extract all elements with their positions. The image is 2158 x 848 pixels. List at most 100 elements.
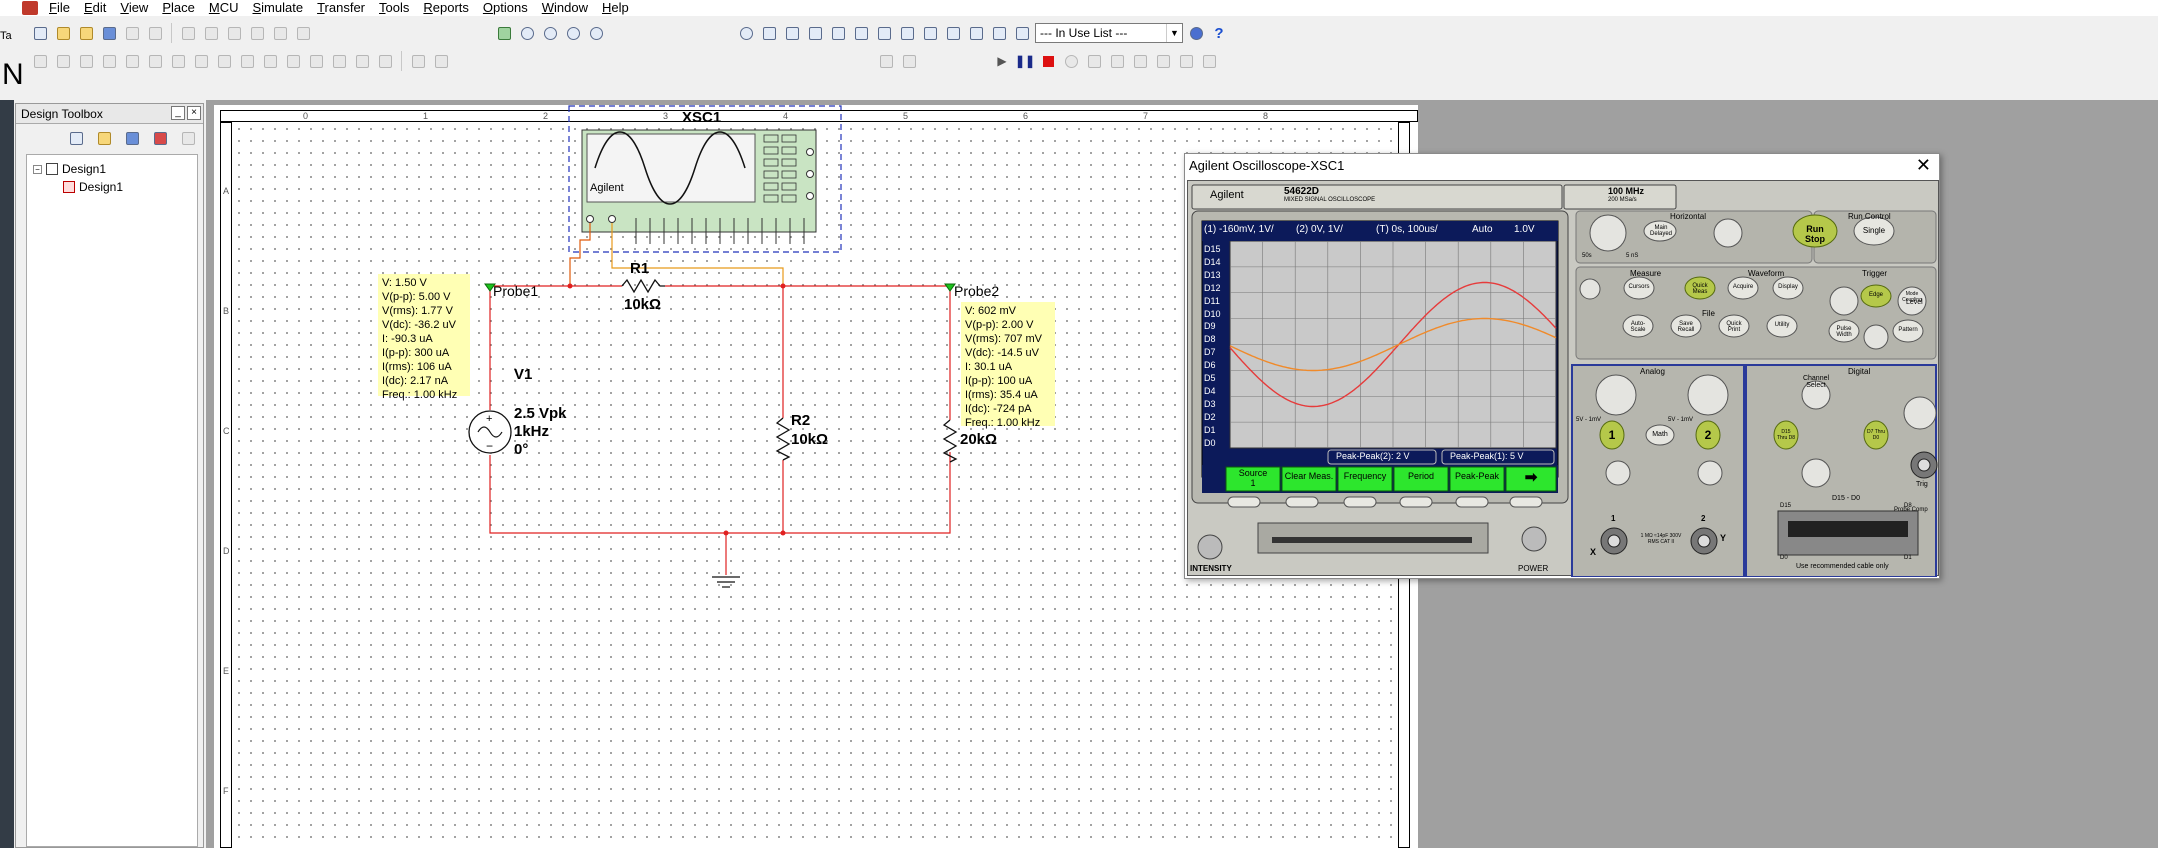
junction-dots [567, 283, 786, 536]
connector-d8-label: D8 [1904, 503, 1912, 509]
probe1-vpp: V(p-p): 5.00 V [382, 291, 451, 303]
auto-scale-button[interactable]: Auto-Scale [1624, 321, 1652, 333]
digital-channel-labels: D15 D14 D13 D12 D11 D10 D9 D8 D7 D6 D5 D… [1204, 243, 1228, 450]
digital-label: D9 [1204, 321, 1216, 332]
status-ch2: (2) 0V, 1V/ [1296, 224, 1343, 235]
status-time: (T) 0s, 100us/ [1376, 224, 1438, 235]
v1-phase: 0° [514, 441, 529, 458]
softkey-period[interactable]: Period [1396, 471, 1446, 481]
input-2-label: 2 [1701, 514, 1706, 523]
oscilloscope-window[interactable]: Agilent Oscilloscope-XSC1 ✕ Agilent 5462… [1184, 153, 1940, 579]
softkey-clear-meas[interactable]: Clear Meas. [1284, 471, 1334, 481]
r3-symbol [942, 419, 958, 463]
connector-d0-label: D0 [1780, 555, 1788, 561]
d7-d0-button[interactable]: D7 Thru D0 [1866, 429, 1886, 441]
xsc1-label: XSC1 [682, 109, 722, 126]
probe2-vrms: V(rms): 707 mV [965, 333, 1043, 345]
digital-label: D6 [1204, 360, 1216, 371]
r1-ref: R1 [630, 260, 650, 277]
ch2-button[interactable]: 2 [1702, 428, 1714, 442]
pulse-width-button[interactable]: Pulse Width [1830, 326, 1858, 338]
oscilloscope-window-title: Agilent Oscilloscope-XSC1 [1189, 158, 1345, 173]
probe2-irms: I(rms): 35.4 uA [965, 389, 1038, 401]
pattern-button[interactable]: Pattern [1894, 327, 1922, 333]
probe2-idc: I(dc): -724 pA [965, 403, 1032, 415]
save-recall-button[interactable]: Save Recall [1672, 321, 1700, 333]
close-icon[interactable]: ✕ [1916, 155, 1931, 175]
ch1-volts-range-label: 5V - 1mV [1576, 417, 1602, 423]
d15-d0-label: D15 - D0 [1832, 495, 1861, 502]
single-button[interactable]: Single [1858, 226, 1890, 235]
probe1-label: Probe1 [493, 283, 539, 299]
digital-label: D2 [1204, 411, 1216, 422]
run-stop-button[interactable]: Run Stop [1798, 224, 1832, 244]
digital-label: D3 [1204, 398, 1216, 409]
status-trigger-level: 1.0V [1514, 224, 1535, 235]
edge-button[interactable]: Edge [1862, 292, 1890, 298]
horizontal-max-label: 5 nS [1626, 253, 1639, 259]
section-trigger: Trigger [1862, 269, 1888, 278]
softkey-source[interactable]: Source 1 [1228, 468, 1278, 488]
digital-label: D4 [1204, 385, 1216, 396]
ground-symbol [712, 576, 740, 588]
probe1-idc: I(dc): 2.17 nA [382, 375, 449, 387]
cursors-button[interactable]: Cursors [1625, 284, 1653, 290]
digital-label: D8 [1204, 334, 1216, 345]
quick-print-button[interactable]: Quick Print [1720, 321, 1748, 333]
oscilloscope-panel: Agilent 54622D MIXED SIGNAL OSCILLOSCOPE… [1187, 180, 1939, 577]
oscilloscope-titlebar[interactable]: Agilent Oscilloscope-XSC1 ✕ [1185, 154, 1939, 178]
sample-rate-label: 200 MSa/s [1608, 197, 1637, 203]
brand-label: Agilent [1210, 189, 1244, 201]
status-ch1: (1) -160mV, 1V/ [1204, 224, 1274, 235]
acquire-button[interactable]: Acquire [1729, 284, 1757, 290]
digital-label: D12 [1204, 282, 1221, 293]
section-waveform: Waveform [1748, 269, 1785, 278]
model-label: 54622D [1284, 186, 1320, 197]
r1-value: 10kΩ [624, 296, 662, 313]
probe2-current: I: 30.1 uA [965, 361, 1013, 373]
ch2-volts-range-label: 5V - 1mV [1668, 417, 1694, 423]
bandwidth-label: 100 MHz [1608, 186, 1645, 196]
r2-value: 10kΩ [791, 431, 829, 448]
ch1-button[interactable]: 1 [1606, 428, 1618, 442]
power-label: POWER [1518, 564, 1549, 573]
digital-label: D5 [1204, 373, 1216, 384]
svg-text:−: − [486, 439, 493, 453]
softkey-peak-peak[interactable]: Peak-Peak [1452, 471, 1502, 481]
probe1-current: I: -90.3 uA [382, 333, 433, 345]
r1-symbol [621, 278, 665, 294]
digital-label: D15 [1204, 244, 1221, 254]
section-digital: Digital [1848, 367, 1871, 376]
probe2-vdc: V(dc): -14.5 uV [965, 347, 1039, 359]
d15-d8-button[interactable]: D15 Thru D8 [1776, 429, 1796, 441]
probe2-label: Probe2 [954, 283, 1000, 299]
measurement-ch2-pp: Peak-Peak(2): 2 V [1336, 451, 1410, 461]
digital-label: D10 [1204, 308, 1221, 319]
probe2-freq: Freq.: 1.00 kHz [965, 417, 1041, 429]
status-trigger-mode: Auto [1472, 224, 1493, 235]
digital-label: D13 [1204, 269, 1221, 280]
softkey-frequency[interactable]: Frequency [1340, 471, 1390, 481]
section-horizontal: Horizontal [1670, 212, 1707, 221]
quick-meas-button[interactable]: Quick Meas [1686, 283, 1714, 295]
probe2-voltage: V: 602 mV [965, 305, 1016, 317]
softkey-next-arrow-icon[interactable]: ➡ [1508, 468, 1554, 486]
probe2-ipp: I(p-p): 100 uA [965, 375, 1033, 387]
digital-label: D11 [1204, 295, 1220, 306]
probe1-vrms: V(rms): 1.77 V [382, 305, 453, 317]
model-subtitle: MIXED SIGNAL OSCILLOSCOPE [1284, 197, 1376, 203]
connector-d15-label: D15 [1780, 503, 1792, 509]
digital-label: D1 [1204, 424, 1216, 435]
digital-label: D7 [1204, 347, 1216, 358]
digital-label: D14 [1204, 256, 1221, 267]
display-button[interactable]: Display [1774, 284, 1802, 290]
horizontal-min-label: 50s [1582, 253, 1592, 259]
digital-label: D0 [1204, 437, 1216, 448]
utility-button[interactable]: Utility [1768, 322, 1796, 328]
x-input-label: X [1590, 547, 1597, 557]
probe1-readout: V: 1.50 V V(p-p): 5.00 V V(rms): 1.77 V … [378, 274, 470, 401]
math-button[interactable]: Math [1648, 431, 1672, 438]
probe1-freq: Freq.: 1.00 kHz [382, 389, 458, 401]
main-delayed-button[interactable]: Main Delayed [1646, 225, 1676, 237]
power-button [1521, 526, 1547, 552]
